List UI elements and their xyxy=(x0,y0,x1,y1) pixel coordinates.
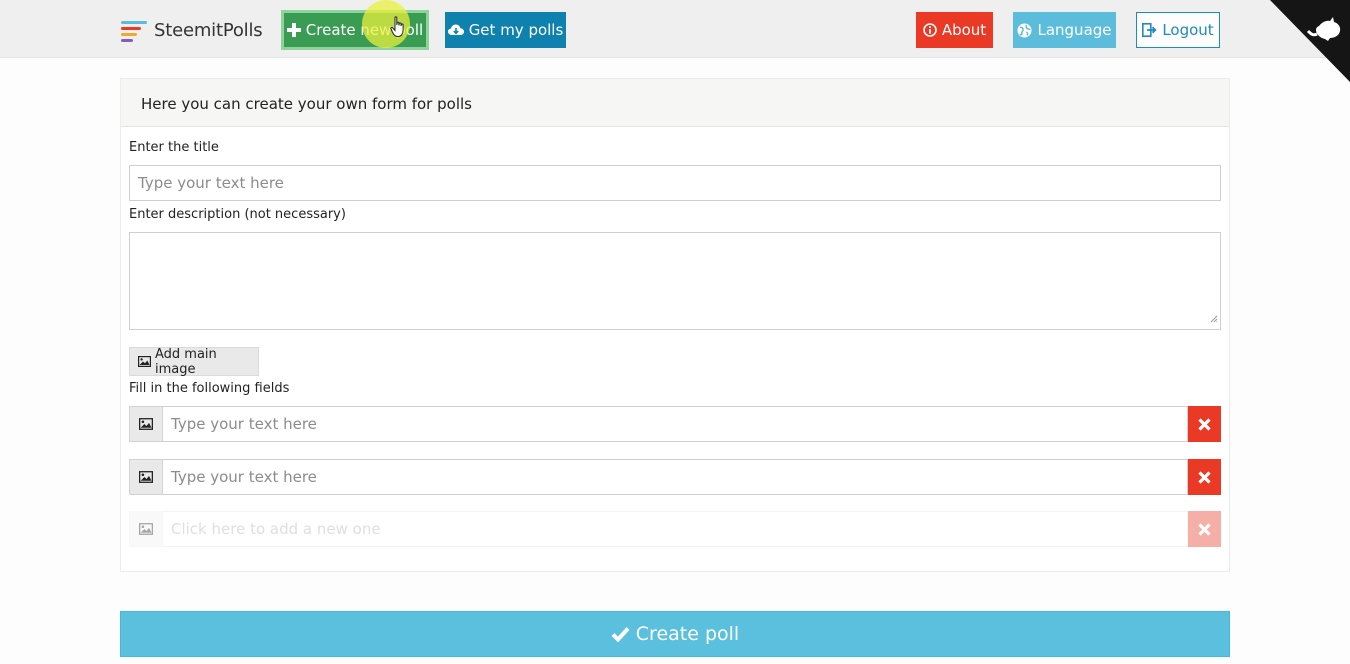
title-input[interactable]: Type your text here xyxy=(129,165,1221,201)
remove-option-button[interactable] xyxy=(1188,511,1221,547)
panel-heading: Here you can create your own form for po… xyxy=(121,79,1229,127)
github-corner[interactable] xyxy=(1270,0,1350,82)
navbar: SteemitPolls Create new poll Get my poll… xyxy=(0,0,1350,82)
create-poll-label: Create poll xyxy=(635,623,740,645)
create-poll-button[interactable]: Create poll xyxy=(120,611,1230,657)
brand-name: SteemitPolls xyxy=(154,19,263,41)
brand-logo-icon xyxy=(121,19,147,42)
cloud-download-icon xyxy=(447,24,464,37)
close-icon xyxy=(1198,417,1211,431)
resize-grip-icon[interactable] xyxy=(1210,308,1218,327)
title-placeholder: Type your text here xyxy=(138,174,284,192)
add-main-image-button[interactable]: Add main image xyxy=(129,346,259,377)
option-image-button[interactable] xyxy=(129,511,163,547)
description-textarea[interactable] xyxy=(129,232,1221,330)
logout-icon xyxy=(1142,23,1157,37)
get-my-polls-label: Get my polls xyxy=(468,21,564,39)
add-option-row[interactable]: Click here to add a new one xyxy=(129,511,1221,547)
option-image-button[interactable] xyxy=(129,406,163,442)
about-button[interactable]: About xyxy=(916,12,993,48)
title-label: Enter the title xyxy=(129,140,219,155)
new-option-placeholder: Click here to add a new one xyxy=(171,520,381,538)
image-icon xyxy=(139,418,153,430)
create-new-poll-label: Create new poll xyxy=(305,21,424,39)
description-label: Enter description (not necessary) xyxy=(129,207,346,222)
github-octocat-icon xyxy=(1270,0,1350,82)
option-image-button[interactable] xyxy=(129,459,163,495)
close-icon xyxy=(1198,470,1211,484)
poll-option-row: Type your text here xyxy=(129,406,1221,442)
poll-form-panel: Here you can create your own form for po… xyxy=(120,78,1230,572)
remove-option-button[interactable] xyxy=(1188,406,1221,442)
plus-icon xyxy=(286,23,301,37)
option-input[interactable]: Type your text here xyxy=(163,406,1188,442)
image-icon xyxy=(139,471,153,483)
image-icon xyxy=(138,356,151,367)
option-placeholder: Type your text here xyxy=(171,415,317,433)
logout-button[interactable]: Logout xyxy=(1136,12,1220,48)
get-my-polls-button[interactable]: Get my polls xyxy=(445,12,566,48)
info-circle-icon xyxy=(923,23,937,37)
close-icon xyxy=(1198,522,1211,536)
check-icon xyxy=(611,626,630,642)
option-input[interactable]: Type your text here xyxy=(163,459,1188,495)
language-label: Language xyxy=(1037,21,1112,39)
create-new-poll-button[interactable]: Create new poll xyxy=(281,10,429,50)
remove-option-button[interactable] xyxy=(1188,459,1221,495)
poll-option-row: Type your text here xyxy=(129,459,1221,495)
language-button[interactable]: Language xyxy=(1013,12,1116,48)
image-icon xyxy=(139,523,153,535)
option-placeholder: Type your text here xyxy=(171,468,317,486)
add-main-image-label: Add main image xyxy=(155,346,217,377)
brand[interactable]: SteemitPolls xyxy=(121,17,263,43)
about-label: About xyxy=(941,21,987,39)
new-option-input[interactable]: Click here to add a new one xyxy=(163,511,1188,547)
fields-label: Fill in the following fields xyxy=(129,381,290,396)
logout-label: Logout xyxy=(1162,21,1214,39)
globe-icon xyxy=(1017,23,1032,38)
